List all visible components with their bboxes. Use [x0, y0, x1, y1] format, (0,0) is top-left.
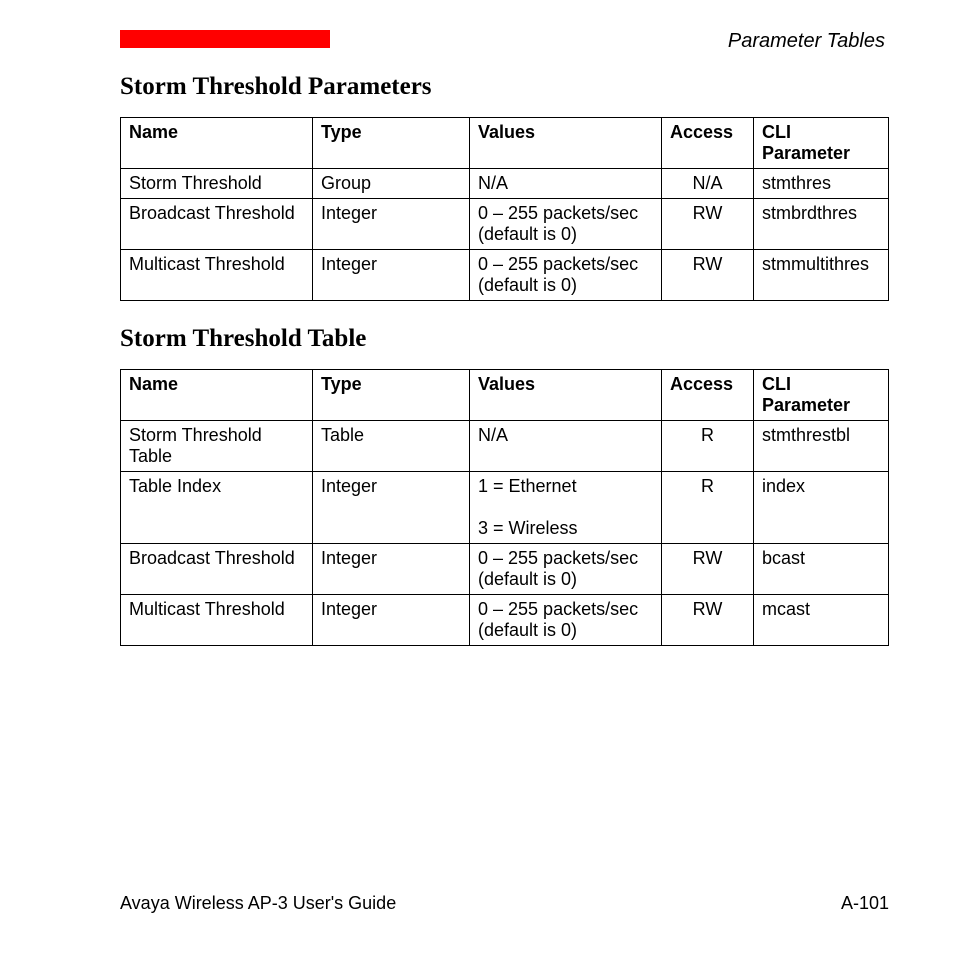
cell-type: Integer	[313, 595, 470, 646]
cell-cli: mcast	[754, 595, 889, 646]
cell-access: N/A	[662, 169, 754, 199]
cell-cli: stmthrestbl	[754, 421, 889, 472]
cell-type: Integer	[313, 199, 470, 250]
cell-values: N/A	[470, 169, 662, 199]
table-row: Multicast Threshold Integer 0 – 255 pack…	[121, 595, 889, 646]
cell-cli: stmthres	[754, 169, 889, 199]
storm-threshold-table: Name Type Values Access CLI Parameter St…	[120, 369, 889, 646]
footer-page-number: A-101	[841, 893, 889, 914]
table-header-row: Name Type Values Access CLI Parameter	[121, 118, 889, 169]
cell-access: RW	[662, 199, 754, 250]
cell-values: 0 – 255 packets/sec (default is 0)	[470, 250, 662, 301]
cell-type: Integer	[313, 544, 470, 595]
table-header-row: Name Type Values Access CLI Parameter	[121, 370, 889, 421]
cell-access: R	[662, 472, 754, 544]
page-footer: Avaya Wireless AP-3 User's Guide A-101	[120, 893, 889, 914]
cell-cli: stmbrdthres	[754, 199, 889, 250]
cell-values: 0 – 255 packets/sec (default is 0)	[470, 544, 662, 595]
col-header-access: Access	[662, 370, 754, 421]
cell-values: 0 – 255 packets/sec (default is 0)	[470, 199, 662, 250]
table-row: Storm Threshold Group N/A N/A stmthres	[121, 169, 889, 199]
col-header-cli: CLI Parameter	[754, 118, 889, 169]
page-header: Parameter Tables	[120, 30, 889, 53]
table-row: Broadcast Threshold Integer 0 – 255 pack…	[121, 199, 889, 250]
footer-guide-name: Avaya Wireless AP-3 User's Guide	[120, 893, 396, 914]
cell-type: Integer	[313, 250, 470, 301]
cell-access: RW	[662, 250, 754, 301]
col-header-type: Type	[313, 118, 470, 169]
cell-name: Broadcast Threshold	[121, 199, 313, 250]
cell-access: RW	[662, 544, 754, 595]
cell-name: Broadcast Threshold	[121, 544, 313, 595]
cell-cli: index	[754, 472, 889, 544]
cell-type: Integer	[313, 472, 470, 544]
col-header-values: Values	[470, 370, 662, 421]
col-header-cli: CLI Parameter	[754, 370, 889, 421]
red-accent-bar	[120, 30, 330, 48]
col-header-values: Values	[470, 118, 662, 169]
cell-type: Table	[313, 421, 470, 472]
cell-cli: bcast	[754, 544, 889, 595]
cell-name: Multicast Threshold	[121, 595, 313, 646]
col-header-name: Name	[121, 370, 313, 421]
header-section-title: Parameter Tables	[330, 30, 889, 53]
table-row: Multicast Threshold Integer 0 – 255 pack…	[121, 250, 889, 301]
table-row: Broadcast Threshold Integer 0 – 255 pack…	[121, 544, 889, 595]
table-row: Table Index Integer 1 = Ethernet 3 = Wir…	[121, 472, 889, 544]
cell-values: 1 = Ethernet 3 = Wireless	[470, 472, 662, 544]
cell-type: Group	[313, 169, 470, 199]
cell-name: Multicast Threshold	[121, 250, 313, 301]
section2-heading: Storm Threshold Table	[120, 325, 889, 353]
cell-access: R	[662, 421, 754, 472]
col-header-type: Type	[313, 370, 470, 421]
storm-threshold-parameters-table: Name Type Values Access CLI Parameter St…	[120, 117, 889, 301]
cell-values: 0 – 255 packets/sec (default is 0)	[470, 595, 662, 646]
table-row: Storm Threshold Table Table N/A R stmthr…	[121, 421, 889, 472]
cell-cli: stmmultithres	[754, 250, 889, 301]
cell-name: Storm Threshold	[121, 169, 313, 199]
section1-heading: Storm Threshold Parameters	[120, 73, 889, 101]
cell-name: Table Index	[121, 472, 313, 544]
cell-values: N/A	[470, 421, 662, 472]
cell-access: RW	[662, 595, 754, 646]
cell-name: Storm Threshold Table	[121, 421, 313, 472]
col-header-name: Name	[121, 118, 313, 169]
col-header-access: Access	[662, 118, 754, 169]
